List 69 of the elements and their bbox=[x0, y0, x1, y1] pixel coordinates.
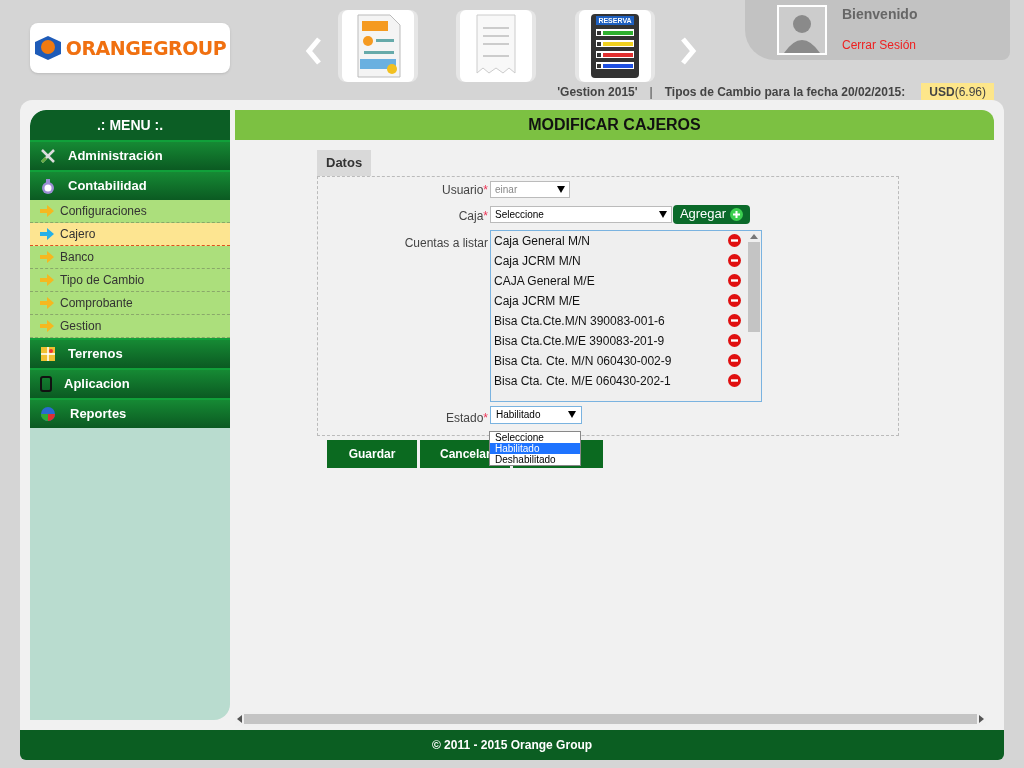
account-name: Bisa Cta.Cte.M/N 390083-001-6 bbox=[494, 312, 665, 330]
map-icon bbox=[40, 346, 56, 362]
pie-chart-icon bbox=[40, 406, 58, 422]
menu-item[interactable]: Reportes bbox=[30, 398, 230, 428]
arrow-icon bbox=[40, 251, 54, 263]
form-tab[interactable]: Datos bbox=[317, 150, 372, 176]
arrow-icon bbox=[40, 228, 54, 240]
tools-icon bbox=[40, 148, 56, 164]
plus-icon bbox=[730, 207, 744, 221]
caja-label: Caja* bbox=[458, 208, 488, 223]
welcome-text: Bienvenido bbox=[842, 5, 918, 24]
avatar bbox=[777, 5, 827, 55]
account-name: Caja JCRM M/N bbox=[494, 252, 581, 270]
caja-select[interactable]: Seleccione bbox=[490, 205, 672, 223]
menu-title: .: MENU :. bbox=[30, 110, 230, 140]
logo-text: ORANGEGROUP bbox=[65, 35, 227, 61]
arrow-icon bbox=[40, 297, 54, 309]
remove-icon[interactable] bbox=[728, 374, 741, 387]
phone-icon bbox=[40, 376, 52, 392]
account-name: CAJA General M/E bbox=[494, 272, 595, 290]
scroll-left-icon[interactable] bbox=[237, 715, 242, 723]
account-name: Bisa Cta.Cte.M/E 390083-201-9 bbox=[494, 332, 665, 350]
remove-icon[interactable] bbox=[728, 274, 741, 287]
submenu-item[interactable]: Gestion bbox=[30, 315, 230, 338]
accounts-list[interactable]: Caja General M/N Caja JCRM M/N CAJA General M/E Caja JCRM M/E Bisa Cta.Cte.M/N 390083-001-6 Bisa Cta.Cte.M/E 390083-201-9 Bisa Cta. Cte. M/N 060430-002-9 Bisa Cta. Cte. M/E 060430-202-1 bbox=[490, 229, 762, 402]
remove-icon[interactable] bbox=[728, 254, 741, 267]
remove-icon[interactable] bbox=[728, 234, 741, 247]
estado-label: Estado* bbox=[445, 410, 488, 425]
form-button[interactable]: Guardar bbox=[327, 439, 417, 468]
money-bag-icon bbox=[40, 178, 56, 194]
remove-icon[interactable] bbox=[728, 354, 741, 367]
remove-icon[interactable] bbox=[728, 314, 741, 327]
submenu-item[interactable]: Tipo de Cambio bbox=[30, 269, 230, 292]
account-name: Caja JCRM M/E bbox=[494, 292, 580, 310]
arrow-icon bbox=[40, 274, 54, 286]
arrow-icon bbox=[40, 205, 54, 217]
usuario-label: Usuario* bbox=[441, 182, 488, 197]
menu-item[interactable]: Terrenos bbox=[30, 338, 230, 368]
caret-icon bbox=[557, 185, 565, 193]
menu-item[interactable]: Aplicacion bbox=[30, 368, 230, 398]
submenu-item[interactable]: Banco bbox=[30, 246, 230, 269]
gestion-label: 'Gestion 2015' bbox=[557, 84, 638, 101]
remove-icon[interactable] bbox=[728, 294, 741, 307]
menu-item[interactable]: Administración bbox=[30, 140, 230, 170]
dropdown-option[interactable]: Habilitado bbox=[490, 443, 580, 454]
menu-item[interactable]: Contabilidad bbox=[30, 170, 230, 200]
page-title: MODIFICAR CAJEROS bbox=[235, 110, 994, 140]
submenu-item[interactable]: Cajero bbox=[30, 223, 230, 246]
dropdown-list[interactable]: Seleccione Habilitado Deshabilitado bbox=[489, 431, 581, 466]
account-name: Caja General M/N bbox=[494, 232, 591, 250]
scroll-up-icon[interactable] bbox=[750, 233, 758, 239]
account-name: Bisa Cta. Cte. M/E 060430-202-1 bbox=[494, 372, 671, 390]
account-name: Bisa Cta. Cte. M/N 060430-002-9 bbox=[494, 352, 672, 370]
submenu-item[interactable]: Comprobante bbox=[30, 292, 230, 315]
carousel-item[interactable] bbox=[338, 10, 418, 82]
remove-icon[interactable] bbox=[728, 334, 741, 347]
submenu-item[interactable]: Configuraciones bbox=[30, 200, 230, 223]
cuentas-label: Cuentas a listar bbox=[404, 235, 488, 250]
currency-badge: USD(6.96) bbox=[921, 83, 994, 101]
separator-text: | bbox=[648, 84, 654, 101]
cube-logo-icon bbox=[33, 35, 62, 61]
add-button[interactable]: Agregar bbox=[673, 204, 750, 224]
scroll-right-icon[interactable] bbox=[979, 715, 984, 723]
arrow-icon bbox=[40, 320, 54, 332]
caret-icon bbox=[568, 411, 576, 418]
estado-select[interactable]: Habilitado bbox=[490, 405, 582, 424]
exchange-rate-label: Tipos de Cambio para la fecha 20/02/2015: bbox=[664, 84, 906, 101]
caret-icon bbox=[659, 210, 667, 218]
copyright-text: © 2011 - 2015 Orange Group bbox=[431, 737, 593, 754]
